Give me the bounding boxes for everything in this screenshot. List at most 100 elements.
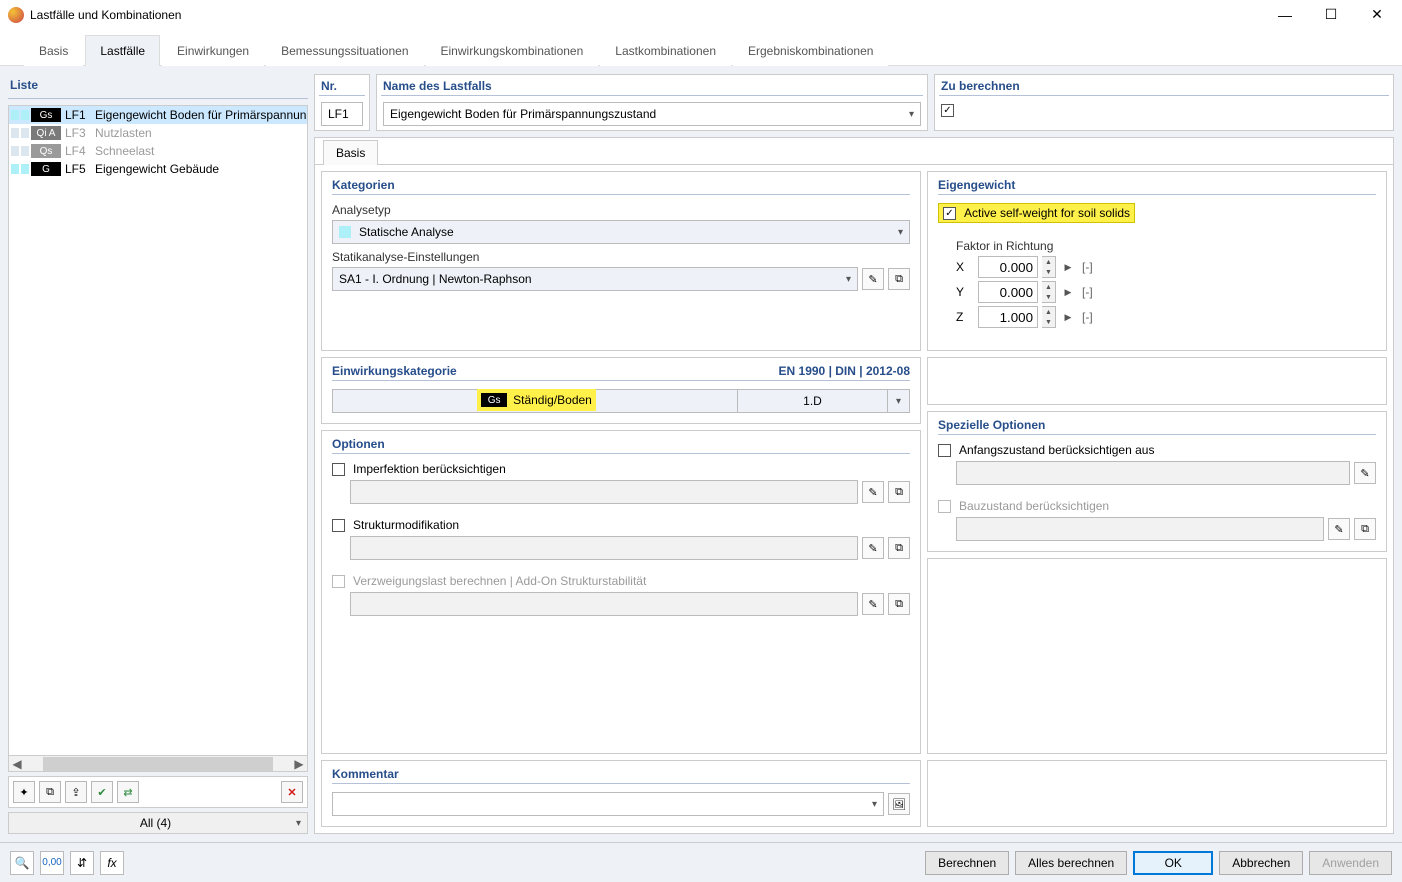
app-icon (8, 7, 24, 23)
analysis-color-swatch (339, 226, 351, 238)
row-swatch (21, 110, 29, 120)
units-icon[interactable]: 0,00 (40, 851, 64, 875)
category-code: 1.D (803, 394, 822, 408)
scroll-left-icon[interactable]: ◀ (9, 757, 25, 771)
cancel-button[interactable]: Abbrechen (1219, 851, 1303, 875)
comment-image-icon[interactable]: 🖼 (888, 793, 910, 815)
tab-bemessung[interactable]: Bemessungssituationen (266, 35, 423, 66)
special-options-panel: Spezielle Optionen Anfangszustand berück… (927, 411, 1387, 552)
window-close-button[interactable]: ✕ (1354, 0, 1400, 30)
new-button[interactable]: ✦ (13, 781, 35, 803)
struct-mod-checkbox[interactable] (332, 519, 345, 532)
details-left-column: Kategorien Analysetyp Statische Analyse … (321, 171, 921, 754)
analysis-type-select[interactable]: Statische Analyse ▾ (332, 220, 910, 244)
spinner[interactable]: ▲▼ (1042, 281, 1056, 303)
initial-state-input[interactable] (956, 461, 1350, 485)
axis-z-label: Z (956, 310, 974, 324)
edit-settings-icon[interactable]: ⧉ (888, 268, 910, 290)
tab-lastkomb[interactable]: Lastkombinationen (600, 35, 731, 66)
copy-button[interactable]: ⧉ (39, 781, 61, 803)
window-maximize-button[interactable]: ☐ (1308, 0, 1354, 30)
action-category-select[interactable]: GsStändig/Boden 1.D ▾ (332, 389, 910, 413)
window-minimize-button[interactable]: — (1262, 0, 1308, 30)
axis-x-label: X (956, 260, 974, 274)
chevron-down-icon: ▾ (909, 109, 914, 120)
analysis-type-label: Analysetyp (332, 203, 910, 217)
pick-icon: ✎ (862, 593, 884, 615)
imperfection-label: Imperfektion berücksichtigen (353, 462, 506, 476)
factor-x-input[interactable] (978, 256, 1038, 278)
check-button[interactable]: ✔ (91, 781, 113, 803)
pick-icon[interactable]: ✎ (862, 537, 884, 559)
spinner[interactable]: ▲▼ (1042, 256, 1056, 278)
active-self-weight-checkbox[interactable] (943, 207, 956, 220)
calculate-label: Zu berechnen (935, 75, 1393, 93)
row-text: Schneelast (95, 144, 154, 158)
new-settings-icon[interactable]: ✎ (862, 268, 884, 290)
list-row[interactable]: Gs LF1 Eigengewicht Boden für Primärspan… (9, 106, 307, 124)
link-button[interactable]: ⇄ (117, 781, 139, 803)
tab-lastfaelle[interactable]: Lastfälle (85, 35, 160, 66)
list-row[interactable]: G LF5 Eigengewicht Gebäude (9, 160, 307, 178)
imperfection-input[interactable] (350, 480, 858, 504)
loadcase-list[interactable]: Gs LF1 Eigengewicht Boden für Primärspan… (8, 105, 308, 772)
struct-mod-label: Strukturmodifikation (353, 518, 459, 532)
list-row[interactable]: Qs LF4 Schneelast (9, 142, 307, 160)
edit-icon[interactable]: ⧉ (888, 481, 910, 503)
inner-tab-basis[interactable]: Basis (323, 140, 378, 165)
calculate-button[interactable]: Berechnen (925, 851, 1009, 875)
tab-ergebniskomb[interactable]: Ergebniskombinationen (733, 35, 888, 66)
comment-select[interactable]: ▾ (332, 792, 884, 816)
construction-stage-label: Bauzustand berücksichtigen (959, 499, 1109, 513)
scroll-thumb[interactable] (43, 757, 273, 771)
static-settings-select[interactable]: SA1 - I. Ordnung | Newton-Raphson ▾ (332, 267, 858, 291)
name-value: Eigengewicht Boden für Primärspannungszu… (390, 107, 656, 121)
struct-mod-input[interactable] (350, 536, 858, 560)
categories-title: Kategorien (332, 178, 910, 192)
factor-z-input[interactable] (978, 306, 1038, 328)
row-lf: LF1 (63, 108, 93, 122)
filter-dropdown[interactable]: All (4) ▾ (8, 812, 308, 834)
scroll-right-icon[interactable]: ▶ (291, 757, 307, 771)
apply-icon[interactable]: ▶ (1060, 306, 1076, 328)
delete-button[interactable]: ✕ (281, 781, 303, 803)
tab-einwirkungskomb[interactable]: Einwirkungskombinationen (426, 35, 599, 66)
unit-toggle-icon[interactable]: ⇵ (70, 851, 94, 875)
factor-y-input[interactable] (978, 281, 1038, 303)
row-swatch (21, 146, 29, 156)
import-button[interactable]: ⇪ (65, 781, 87, 803)
tab-basis[interactable]: Basis (24, 35, 83, 66)
dialog-footer: 🔍 0,00 ⇵ fx Berechnen Alles berechnen OK… (0, 842, 1402, 882)
function-icon[interactable]: fx (100, 851, 124, 875)
number-input[interactable]: LF1 (321, 102, 363, 126)
comment-panel: Kommentar ▾ 🖼 (321, 760, 921, 827)
edit-icon[interactable]: ⧉ (888, 537, 910, 559)
initial-state-label: Anfangszustand berücksichtigen aus (959, 443, 1154, 457)
name-select[interactable]: Eigengewicht Boden für Primärspannungszu… (383, 102, 921, 126)
apply-button[interactable]: Anwenden (1309, 851, 1392, 875)
tab-einwirkungen[interactable]: Einwirkungen (162, 35, 264, 66)
static-settings-value: SA1 - I. Ordnung | Newton-Raphson (339, 272, 532, 286)
calculate-checkbox[interactable] (941, 104, 954, 117)
calculate-all-button[interactable]: Alles berechnen (1015, 851, 1127, 875)
list-row[interactable]: Qi A LF3 Nutzlasten (9, 124, 307, 142)
unit-label: [-] (1082, 310, 1093, 324)
pick-icon[interactable]: ✎ (862, 481, 884, 503)
imperfection-checkbox[interactable] (332, 463, 345, 476)
titlebar: Lastfälle und Kombinationen — ☐ ✕ (0, 0, 1402, 30)
action-category-panel: Einwirkungskategorie EN 1990 | DIN | 201… (321, 357, 921, 424)
empty-panel-1 (927, 357, 1387, 405)
header-row: Nr. LF1 Name des Lastfalls Eigengewicht … (314, 74, 1394, 131)
row-text: Nutzlasten (95, 126, 152, 140)
apply-icon[interactable]: ▶ (1060, 256, 1076, 278)
pick-icon[interactable]: ✎ (1354, 462, 1376, 484)
search-icon[interactable]: 🔍 (10, 851, 34, 875)
bifurcation-input (350, 592, 858, 616)
apply-icon[interactable]: ▶ (1060, 281, 1076, 303)
initial-state-checkbox[interactable] (938, 444, 951, 457)
spinner[interactable]: ▲▼ (1042, 306, 1056, 328)
horizontal-scrollbar[interactable]: ◀ ▶ (9, 755, 307, 771)
axis-y-label: Y (956, 285, 974, 299)
self-weight-title: Eigengewicht (938, 178, 1376, 192)
ok-button[interactable]: OK (1133, 851, 1213, 875)
